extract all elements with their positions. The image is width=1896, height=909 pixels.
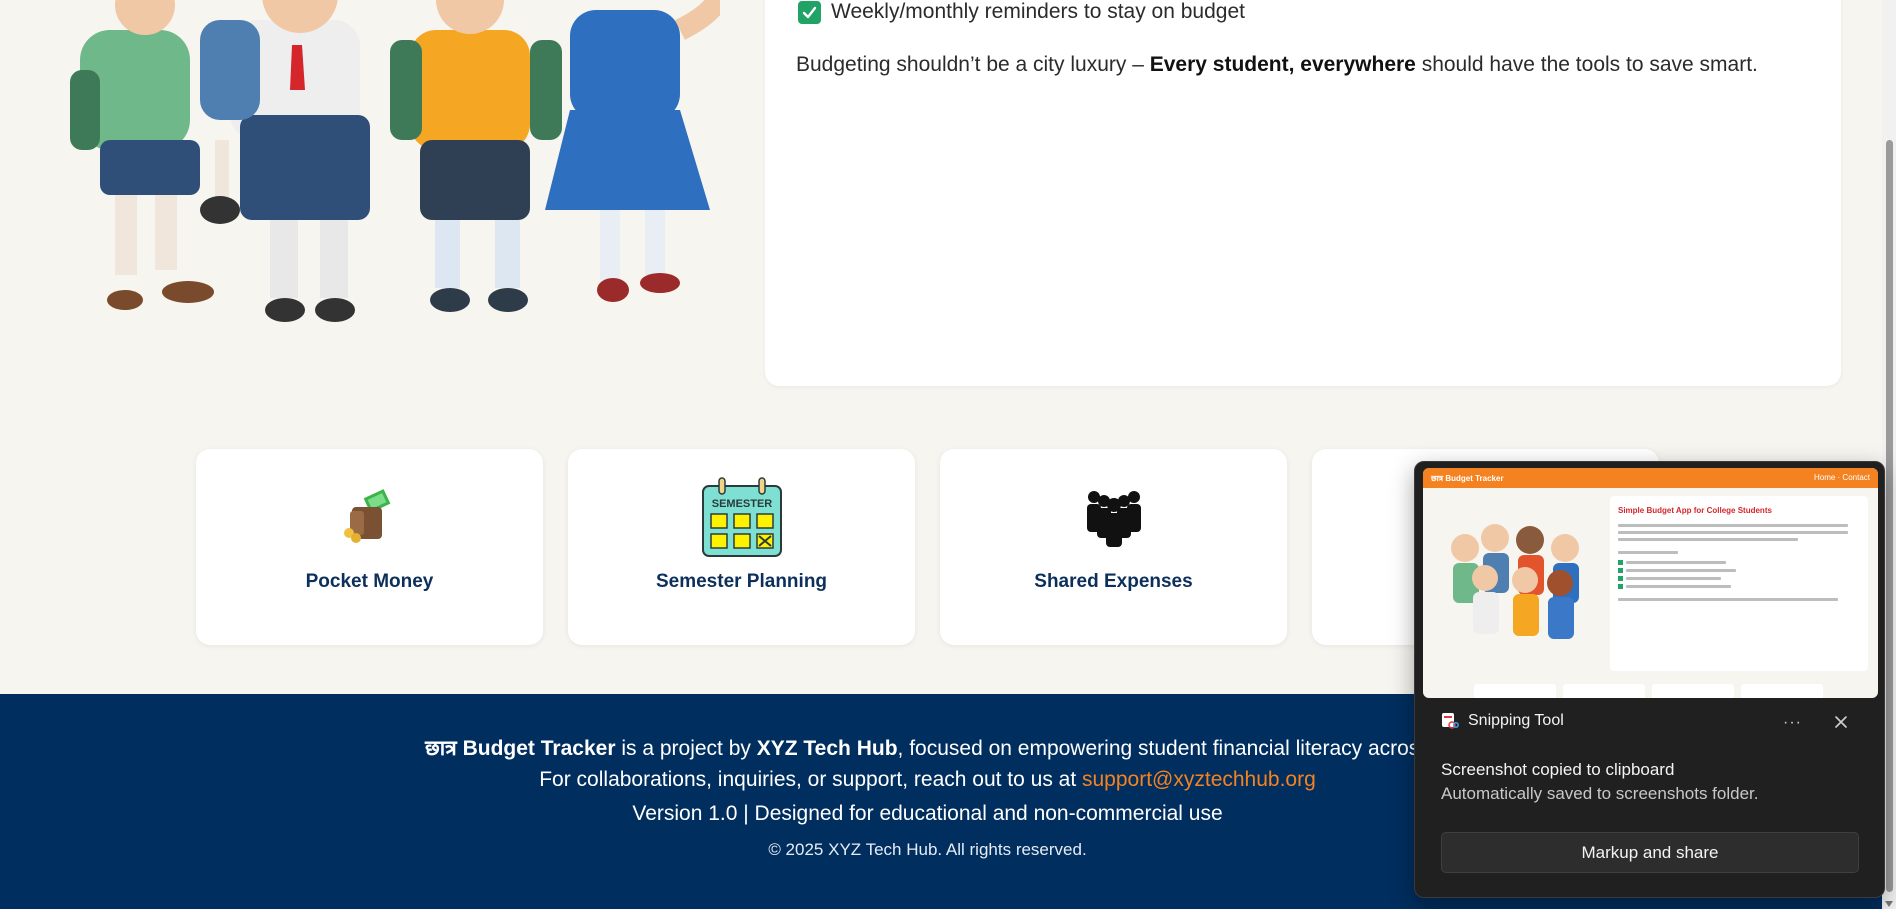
notification-title: Screenshot copied to clipboard: [1441, 760, 1675, 779]
preview-header: छात्र Budget Tracker Home · Contact: [1423, 468, 1878, 488]
feature-label: Pocket Money: [305, 571, 434, 592]
close-icon: [1835, 716, 1847, 728]
feature-card-semester-planning[interactable]: SEMESTER Semester Planning: [568, 449, 915, 645]
semester-calendar-icon: SEMESTER: [700, 475, 784, 559]
notification-subtitle: Automatically saved to screenshots folde…: [1441, 784, 1759, 803]
screenshot-preview[interactable]: छात्र Budget Tracker Home · Contact Simp…: [1423, 468, 1878, 698]
scroll-down-arrow-icon[interactable]: [1885, 901, 1893, 907]
hero-illustration: [30, 0, 720, 345]
notification-header: Snipping Tool: [1441, 712, 1564, 730]
wallet-money-icon: [328, 475, 412, 559]
footer-about: छात्र Budget Tracker is a project by XYZ…: [425, 737, 1488, 760]
checklist-item-text: Weekly/monthly reminders to stay on budg…: [831, 0, 1245, 23]
support-email-link[interactable]: support@xyztechhub.org: [1082, 768, 1316, 791]
app-name: Snipping Tool: [1468, 712, 1564, 729]
group-people-icon: [1072, 475, 1156, 559]
snipping-tool-notification[interactable]: छात्र Budget Tracker Home · Contact Simp…: [1414, 461, 1885, 898]
tagline-emphasis: Every student, everywhere: [1149, 53, 1416, 76]
feature-card-pocket-money[interactable]: Pocket Money: [196, 449, 543, 645]
feature-label: Shared Expenses: [1034, 571, 1193, 592]
close-button[interactable]: [1831, 712, 1851, 732]
feature-label: Semester Planning: [655, 571, 828, 592]
preview-kids-illustration: [1451, 524, 1579, 639]
check-icon: [798, 0, 821, 24]
feature-card-shared-expenses[interactable]: Shared Expenses: [940, 449, 1287, 645]
snipping-tool-app-icon: [1442, 713, 1459, 729]
scrollbar-thumb[interactable]: [1886, 140, 1893, 892]
checklist-item: Weekly/monthly reminders to stay on budg…: [798, 0, 1245, 24]
svg-text:SEMESTER: SEMESTER: [711, 498, 772, 510]
markup-and-share-button[interactable]: Markup and share: [1441, 832, 1859, 873]
info-card: Weekly/monthly reminders to stay on budg…: [765, 0, 1841, 386]
preview-info-card: Simple Budget App for College Students: [1610, 496, 1868, 671]
more-options-button[interactable]: ···: [1783, 714, 1802, 732]
tagline: Budgeting shouldn’t be a city luxury – E…: [796, 53, 1758, 76]
